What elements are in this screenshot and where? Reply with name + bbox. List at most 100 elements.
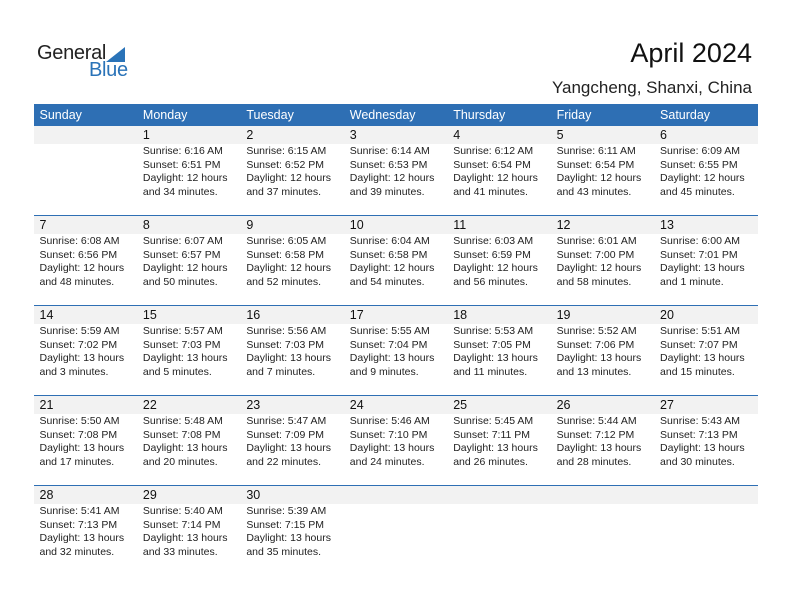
day-cell: Sunrise: 5:43 AM Sunset: 7:13 PM Daylight:…	[655, 414, 758, 485]
day-cell: Sunrise: 6:14 AM Sunset: 6:53 PM Daylight:…	[344, 144, 447, 215]
day-number: 26	[556, 398, 571, 412]
location-subtitle: Yangcheng, Shanxi, China	[551, 78, 752, 97]
day-cell: Sunrise: 5:41 AM Sunset: 7:13 PM Daylight:…	[34, 504, 137, 575]
sunset-text: Sunset: 6:56 PM	[39, 248, 118, 261]
week-row: 14 15 16 17 18 19 20 Sunrise: 5:59 AM Sunset: 7:…	[34, 305, 758, 395]
day-number: 24	[349, 398, 364, 412]
daylight-text: Daylight: 12 hours	[39, 262, 125, 274]
day-number: 16	[246, 308, 261, 322]
logo: General Blue	[37, 42, 137, 82]
day-number: 21	[39, 398, 54, 412]
daylight-text: Daylight: 13 hours	[142, 442, 228, 454]
sunrise-text: Sunrise: 6:00 AM	[660, 235, 740, 247]
day-number: 5	[556, 128, 564, 142]
sunset-text: Sunset: 7:13 PM	[39, 518, 118, 531]
day-cell: Sunrise: 5:40 AM Sunset: 7:14 PM Daylight:…	[137, 504, 240, 575]
daylight-text: Daylight: 12 hours	[556, 262, 642, 274]
sunset-text: Sunset: 6:52 PM	[246, 158, 324, 171]
day-number: 15	[142, 308, 157, 322]
day-number-row: 14 15 16 17 18 19 20	[34, 306, 758, 324]
weekday-tuesday: Tuesday	[246, 108, 294, 122]
daylight-text: Daylight: 13 hours	[660, 352, 745, 364]
sunrise-text: Sunrise: 5:50 AM	[39, 415, 120, 427]
sunset-text: Sunset: 7:04 PM	[349, 338, 428, 351]
week-row: 7 8 9 10 11 12 13 Sunrise: 6:08 AM Sunset: 6:56 …	[34, 215, 758, 305]
sunset-text: Sunset: 7:03 PM	[142, 338, 221, 351]
day-info-row: Sunrise: 5:41 AM Sunset: 7:13 PM Daylight:…	[34, 504, 758, 575]
weekday-monday: Monday	[142, 108, 188, 122]
sunset-text: Sunset: 6:51 PM	[142, 158, 221, 171]
day-cell: Sunrise: 5:44 AM Sunset: 7:12 PM Daylight:…	[551, 414, 654, 485]
daylight-text: and 24 minutes.	[349, 455, 425, 468]
sunrise-text: Sunrise: 5:48 AM	[142, 415, 223, 427]
day-number: 11	[453, 218, 467, 232]
day-cell: Sunrise: 5:59 AM Sunset: 7:02 PM Daylight:…	[34, 324, 137, 395]
day-cell: Sunrise: 5:56 AM Sunset: 7:03 PM Daylight:…	[241, 324, 344, 395]
weekday-thursday: Thursday	[453, 108, 506, 122]
daylight-text: Daylight: 13 hours	[39, 442, 125, 454]
sunset-text: Sunset: 7:07 PM	[660, 338, 738, 351]
day-number: 19	[556, 308, 571, 322]
day-cell: Sunrise: 5:46 AM Sunset: 7:10 PM Daylight:…	[344, 414, 447, 485]
daylight-text: Daylight: 13 hours	[660, 442, 745, 454]
sunrise-text: Sunrise: 5:41 AM	[39, 505, 120, 517]
sunset-text: Sunset: 7:12 PM	[556, 428, 635, 441]
daylight-text: Daylight: 12 hours	[453, 262, 538, 274]
sunset-text: Sunset: 6:59 PM	[453, 248, 531, 261]
day-number: 3	[349, 128, 357, 142]
day-info-row: Sunrise: 6:16 AM Sunset: 6:51 PM Daylight:…	[34, 144, 758, 215]
sunrise-text: Sunrise: 5:47 AM	[246, 415, 327, 427]
day-number	[344, 486, 447, 504]
week-row: 21 22 23 24 25 26 27 Sunrise: 5:50 AM Sunset: 7:…	[34, 395, 758, 485]
day-cell: Sunrise: 6:00 AM Sunset: 7:01 PM Daylight:…	[655, 234, 758, 305]
daylight-text: and 28 minutes.	[556, 455, 632, 468]
sunrise-text: Sunrise: 6:14 AM	[349, 145, 430, 157]
day-number: 29	[142, 488, 157, 502]
day-number: 13	[660, 218, 674, 232]
daylight-text: and 22 minutes.	[246, 455, 322, 468]
sunset-text: Sunset: 7:08 PM	[142, 428, 221, 441]
day-number: 27	[660, 398, 674, 412]
daylight-text: and 39 minutes.	[349, 185, 425, 198]
sunrise-text: Sunrise: 5:44 AM	[556, 415, 637, 427]
daylight-text: Daylight: 13 hours	[142, 532, 228, 544]
daylight-text: Daylight: 12 hours	[246, 172, 331, 184]
sunrise-text: Sunrise: 5:51 AM	[660, 325, 740, 337]
day-cell: Sunrise: 6:05 AM Sunset: 6:58 PM Daylight:…	[241, 234, 344, 305]
day-cell: Sunrise: 5:55 AM Sunset: 7:04 PM Daylight:…	[344, 324, 447, 395]
day-cell: Sunrise: 6:04 AM Sunset: 6:58 PM Daylight:…	[344, 234, 447, 305]
daylight-text: Daylight: 13 hours	[349, 442, 435, 454]
weekday-saturday: Saturday	[660, 108, 711, 122]
day-number-row: 28 29 30	[34, 486, 758, 504]
daylight-text: Daylight: 12 hours	[349, 172, 435, 184]
daylight-text: and 54 minutes.	[349, 275, 425, 288]
day-cell: Sunrise: 6:01 AM Sunset: 7:00 PM Daylight:…	[551, 234, 654, 305]
day-cell: Sunrise: 5:52 AM Sunset: 7:06 PM Daylight:…	[551, 324, 654, 395]
day-cell: Sunrise: 5:48 AM Sunset: 7:08 PM Daylight:…	[137, 414, 240, 485]
weekday-header: Sunday Monday Tuesday Wednesday Thursday…	[34, 104, 758, 126]
daylight-text: and 48 minutes.	[39, 275, 115, 288]
day-cell: Sunrise: 6:16 AM Sunset: 6:51 PM Daylight:…	[137, 144, 240, 215]
daylight-text: and 9 minutes.	[349, 365, 419, 378]
week-row: 28 29 30 Sunrise: 5:41 AM Sunset: 7:13 PM Day…	[34, 485, 758, 575]
weeks-container: 1 2 3 4 5 6 Sunrise: 6:16 AM Sunset: 6:51 PM Day…	[34, 126, 758, 575]
sunrise-text: Sunrise: 6:04 AM	[349, 235, 430, 247]
day-cell: Sunrise: 5:47 AM Sunset: 7:09 PM Daylight:…	[241, 414, 344, 485]
sunset-text: Sunset: 7:09 PM	[246, 428, 324, 441]
sunset-text: Sunset: 6:54 PM	[453, 158, 531, 171]
daylight-text: and 37 minutes.	[246, 185, 322, 198]
daylight-text: Daylight: 13 hours	[453, 442, 538, 454]
daylight-text: and 1 minute.	[660, 275, 724, 288]
daylight-text: Daylight: 13 hours	[660, 262, 745, 274]
sunrise-text: Sunrise: 6:09 AM	[660, 145, 740, 157]
day-cell: Sunrise: 6:08 AM Sunset: 6:56 PM Daylight:…	[34, 234, 137, 305]
day-number-row: 1 2 3 4 5 6	[34, 126, 758, 144]
day-number: 28	[39, 488, 54, 502]
sunset-text: Sunset: 7:01 PM	[660, 248, 738, 261]
daylight-text: Daylight: 13 hours	[142, 352, 228, 364]
sunrise-text: Sunrise: 6:12 AM	[453, 145, 534, 157]
daylight-text: Daylight: 12 hours	[246, 262, 331, 274]
day-number-row: 7 8 9 10 11 12 13	[34, 216, 758, 234]
logo-text-blue: Blue	[89, 59, 128, 81]
day-number-row: 21 22 23 24 25 26 27	[34, 396, 758, 414]
